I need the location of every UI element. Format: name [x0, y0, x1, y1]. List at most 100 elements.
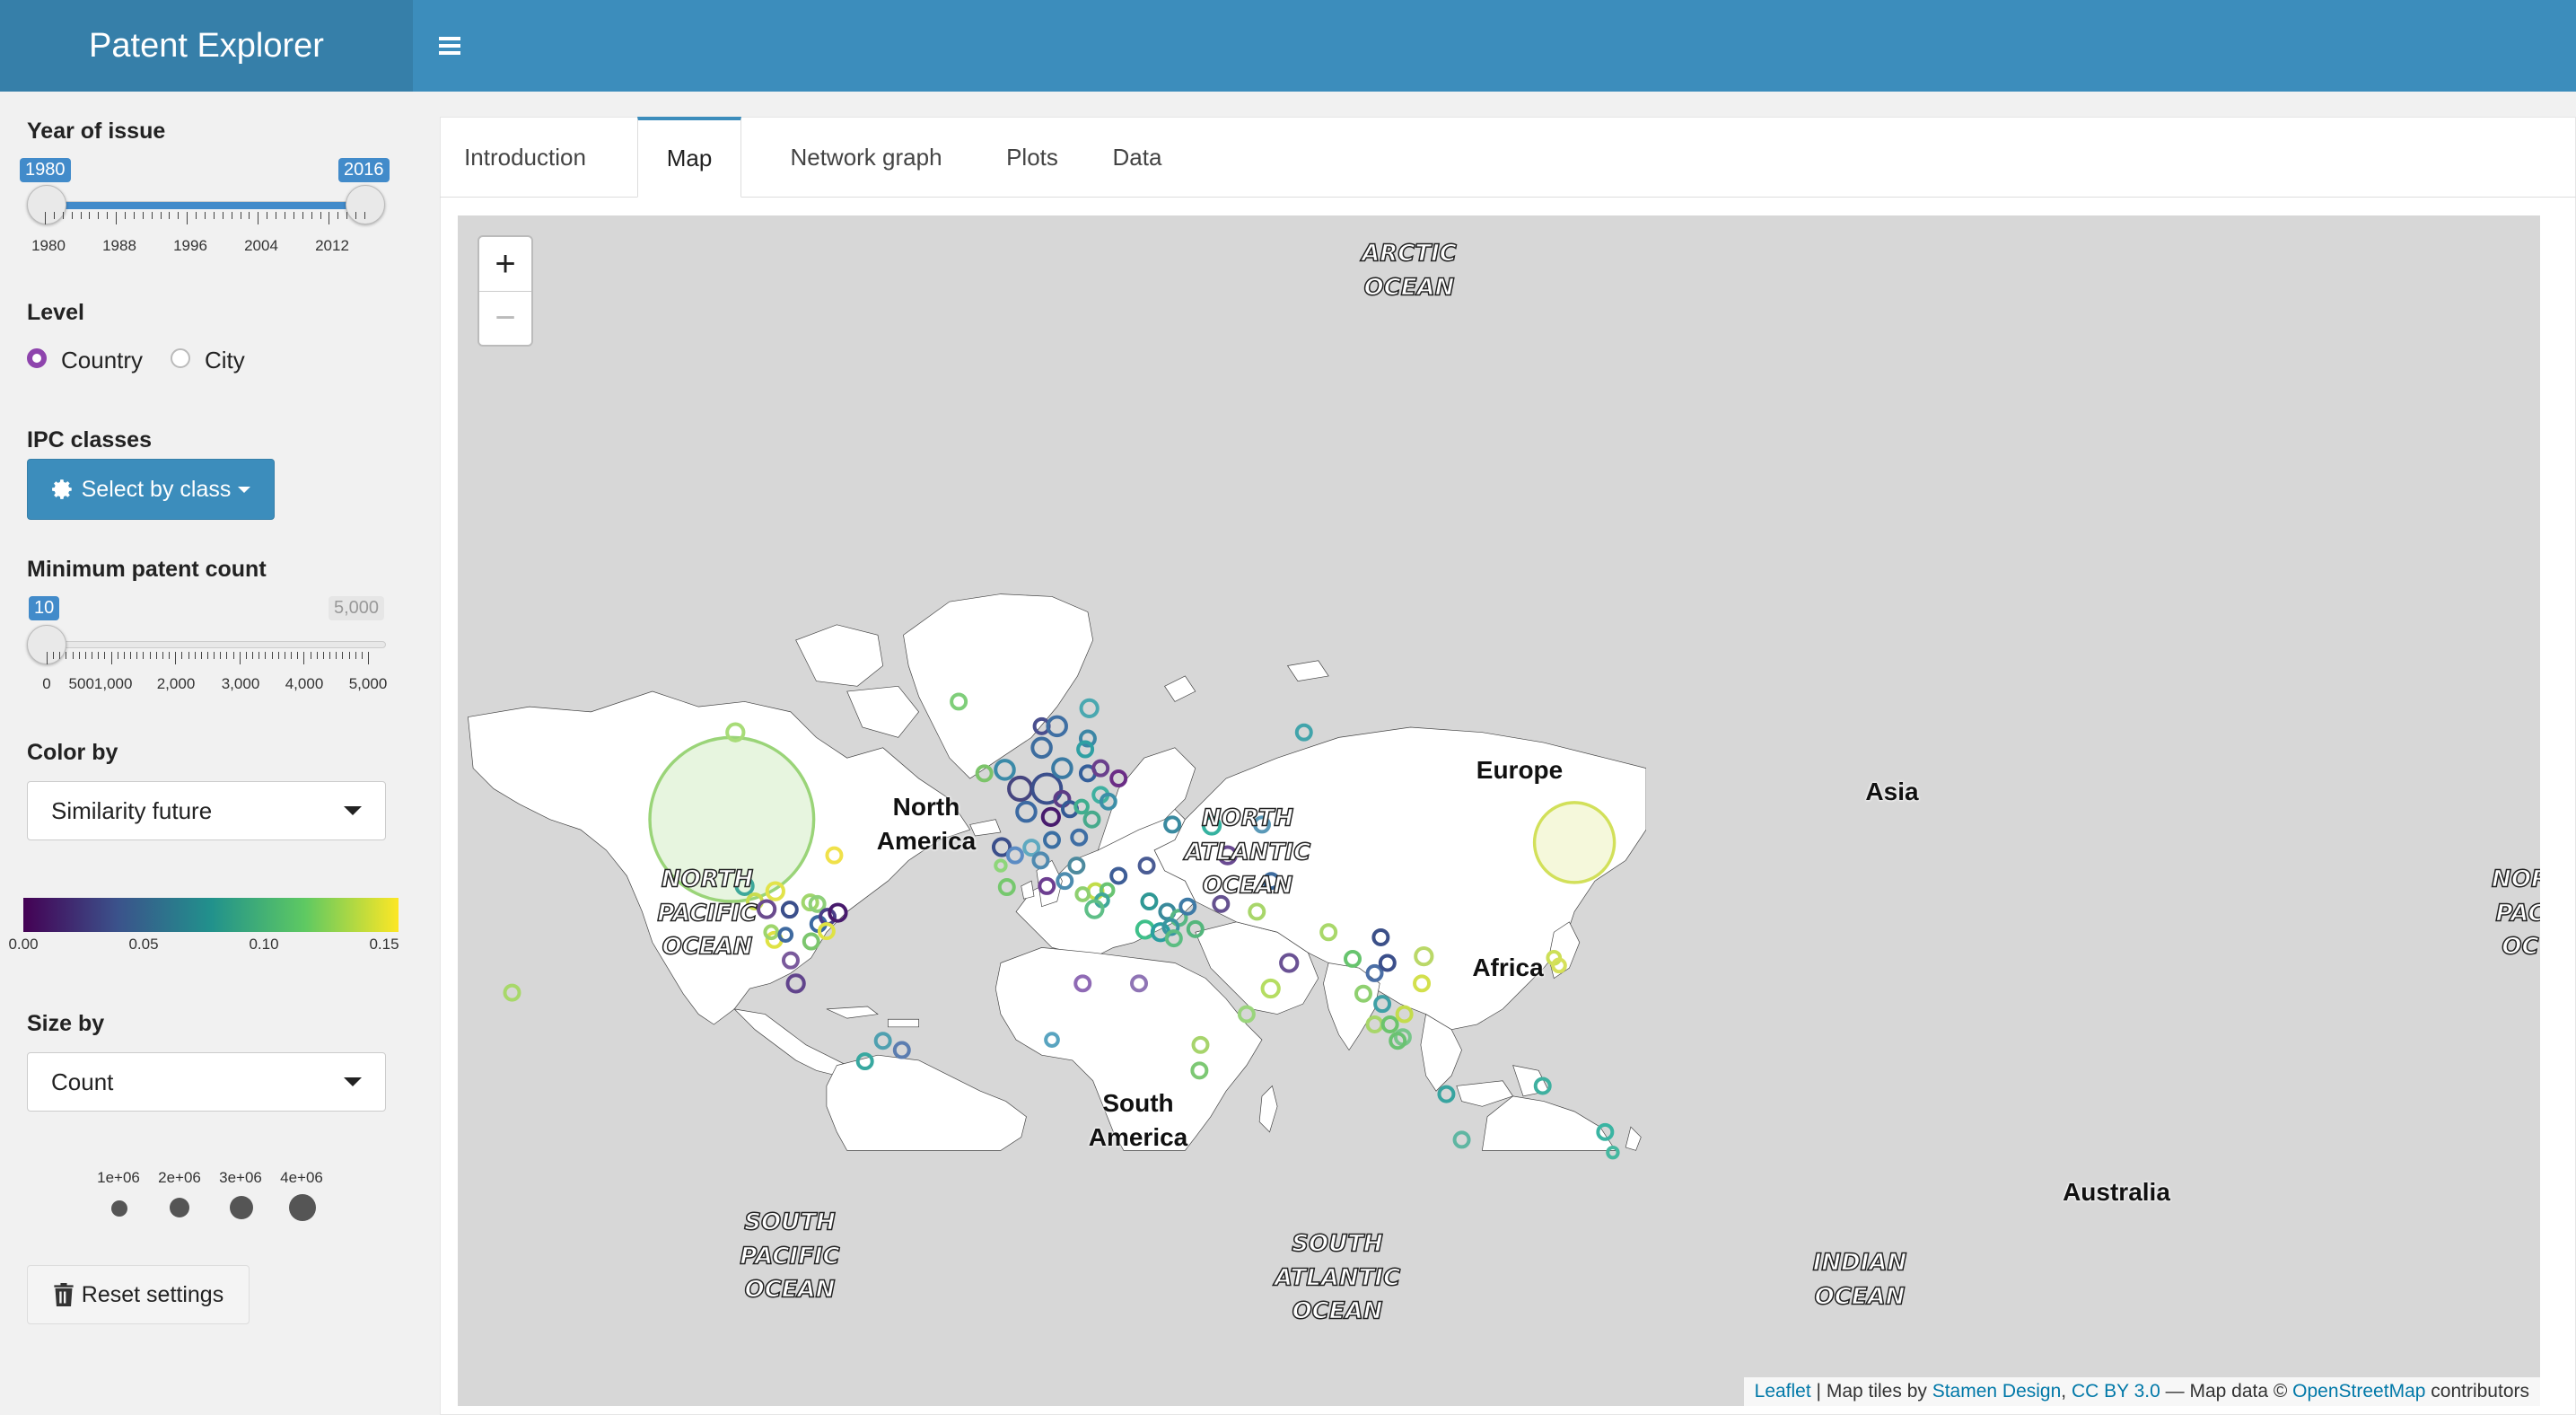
ocean-label-north-pacific-right: NOR PAC OC	[2491, 863, 2540, 964]
level-country-radio[interactable]	[27, 348, 47, 368]
slider-tick	[364, 212, 365, 219]
size-by-select[interactable]: Count	[27, 1052, 386, 1112]
trash-icon	[54, 1283, 74, 1306]
app-title: Patent Explorer	[0, 0, 413, 92]
min-count-max: 5,000	[329, 596, 385, 620]
count-tick-label: 5001,000	[68, 675, 133, 692]
slider-tick	[271, 652, 273, 659]
tab-introduction[interactable]: Introduction	[461, 117, 589, 198]
attrib-text: — Map data ©	[2160, 1381, 2293, 1402]
top-navbar: Patent Explorer	[0, 0, 2576, 92]
size-by-label: Size by	[27, 1011, 105, 1036]
slider-tick	[45, 212, 46, 224]
ocean-label-south-pacific: SOUTH PACIFIC OCEAN	[740, 1206, 841, 1307]
tab-data[interactable]: Data	[1099, 117, 1176, 198]
slider-tick	[84, 652, 86, 659]
min-count-slider-track[interactable]	[34, 641, 386, 648]
slider-tick	[200, 652, 202, 659]
year-tick-label: 2012	[315, 237, 349, 254]
slider-tick	[265, 652, 267, 659]
slider-tick	[143, 652, 145, 659]
sidebar: Year of issue 1980 2016 1980 1988 1996 2…	[0, 92, 440, 1415]
ocean-label-line: OCEAN	[1292, 1297, 1383, 1325]
ocean-label-line: ARCTIC	[1361, 240, 1457, 268]
size-by-value: Count	[51, 1068, 114, 1095]
count-tick-label: 3,000	[221, 675, 260, 692]
zoom-in-button[interactable]: +	[479, 237, 531, 291]
size-legend-label: 2e+06	[158, 1169, 201, 1186]
continent-label-australia: Australia	[2063, 1178, 2170, 1207]
slider-tick	[329, 652, 331, 659]
tab-plots[interactable]: Plots	[989, 117, 1075, 198]
japan-bubble	[1532, 801, 1617, 884]
tab-bar: Introduction Map Network graph Plots Dat…	[440, 117, 2576, 198]
world-map[interactable]: + − ARCTIC OCEAN NORTH PACIFIC OCEAN NOR…	[458, 215, 2540, 1406]
reset-settings-button[interactable]: Reset settings	[27, 1265, 250, 1324]
select-by-class-button[interactable]: Select by class	[27, 459, 275, 520]
slider-tick	[337, 212, 339, 219]
continent-label-asia: Asia	[1865, 778, 1919, 806]
level-label: Level	[27, 300, 84, 325]
slider-tick	[72, 652, 74, 659]
slider-tick	[71, 212, 73, 219]
count-tick-label: 4,000	[285, 675, 324, 692]
slider-tick	[181, 652, 183, 659]
slider-tick	[162, 652, 163, 659]
year-tick-label: 1988	[102, 237, 136, 254]
map-attribution: Leaflet | Map tiles by Stamen Design, CC…	[1743, 1377, 2540, 1406]
level-city-radio[interactable]	[171, 348, 190, 368]
year-ticks	[45, 212, 365, 226]
slider-tick	[59, 652, 61, 659]
min-count-label: Minimum patent count	[27, 557, 267, 582]
color-tick-label: 0.10	[249, 936, 279, 953]
slider-tick	[188, 652, 189, 659]
slider-tick	[53, 212, 55, 219]
ocean-label-line: SOUTH	[744, 1208, 837, 1236]
color-by-select[interactable]: Similarity future	[27, 781, 386, 840]
ocean-label-line: OCEAN	[1363, 273, 1455, 301]
slider-tick	[130, 652, 132, 659]
tab-map[interactable]: Map	[637, 117, 741, 198]
slider-tick	[232, 652, 234, 659]
slider-tick	[155, 652, 157, 659]
slider-tick	[205, 212, 206, 219]
slider-tick	[136, 652, 138, 659]
slider-tick	[245, 652, 247, 659]
color-tick-label: 0.05	[128, 936, 159, 953]
tab-network-graph[interactable]: Network graph	[772, 117, 960, 198]
slider-tick	[62, 212, 64, 219]
map-canvas[interactable]	[458, 215, 1646, 1406]
size-legend-dot	[170, 1198, 189, 1217]
slider-tick	[311, 212, 312, 219]
cc-by-link[interactable]: CC BY 3.0	[2072, 1381, 2160, 1402]
ocean-label-south-atlantic: SOUTH ATLANTIC OCEAN	[1274, 1227, 1401, 1329]
zoom-out-button[interactable]: −	[479, 291, 531, 345]
stamen-link[interactable]: Stamen Design	[1932, 1381, 2062, 1402]
slider-tick	[116, 212, 118, 224]
slider-tick	[336, 652, 337, 659]
continent-label-south-america: South America	[1088, 1089, 1188, 1151]
ocean-label-line: PACIFIC	[657, 899, 758, 927]
osm-link[interactable]: OpenStreetMap	[2292, 1381, 2425, 1402]
leaflet-link[interactable]: Leaflet	[1755, 1381, 1811, 1402]
ocean-label-line: INDIAN	[1812, 1249, 1907, 1277]
gear-icon	[51, 479, 72, 499]
slider-tick	[355, 652, 356, 659]
continent-label-africa: Africa	[1472, 954, 1544, 982]
slider-tick	[160, 212, 162, 219]
sidebar-toggle-button[interactable]	[418, 22, 481, 70]
color-scale-bar	[23, 898, 399, 932]
select-by-class-label: Select by class	[81, 476, 232, 502]
continent-label-north-america: North America	[876, 793, 977, 855]
slider-tick	[355, 212, 357, 219]
color-by-label: Color by	[27, 740, 118, 765]
ocean-label-line: PAC	[2495, 899, 2540, 927]
year-tick-label: 1996	[173, 237, 207, 254]
slider-tick	[322, 652, 324, 659]
slider-tick	[53, 652, 55, 659]
year-from-value: 1980	[20, 158, 71, 182]
ocean-label-line: OCEAN	[1814, 1282, 1906, 1310]
chevron-down-icon	[344, 1077, 362, 1086]
caret-down-icon	[238, 486, 251, 493]
year-slider-range	[45, 202, 364, 209]
